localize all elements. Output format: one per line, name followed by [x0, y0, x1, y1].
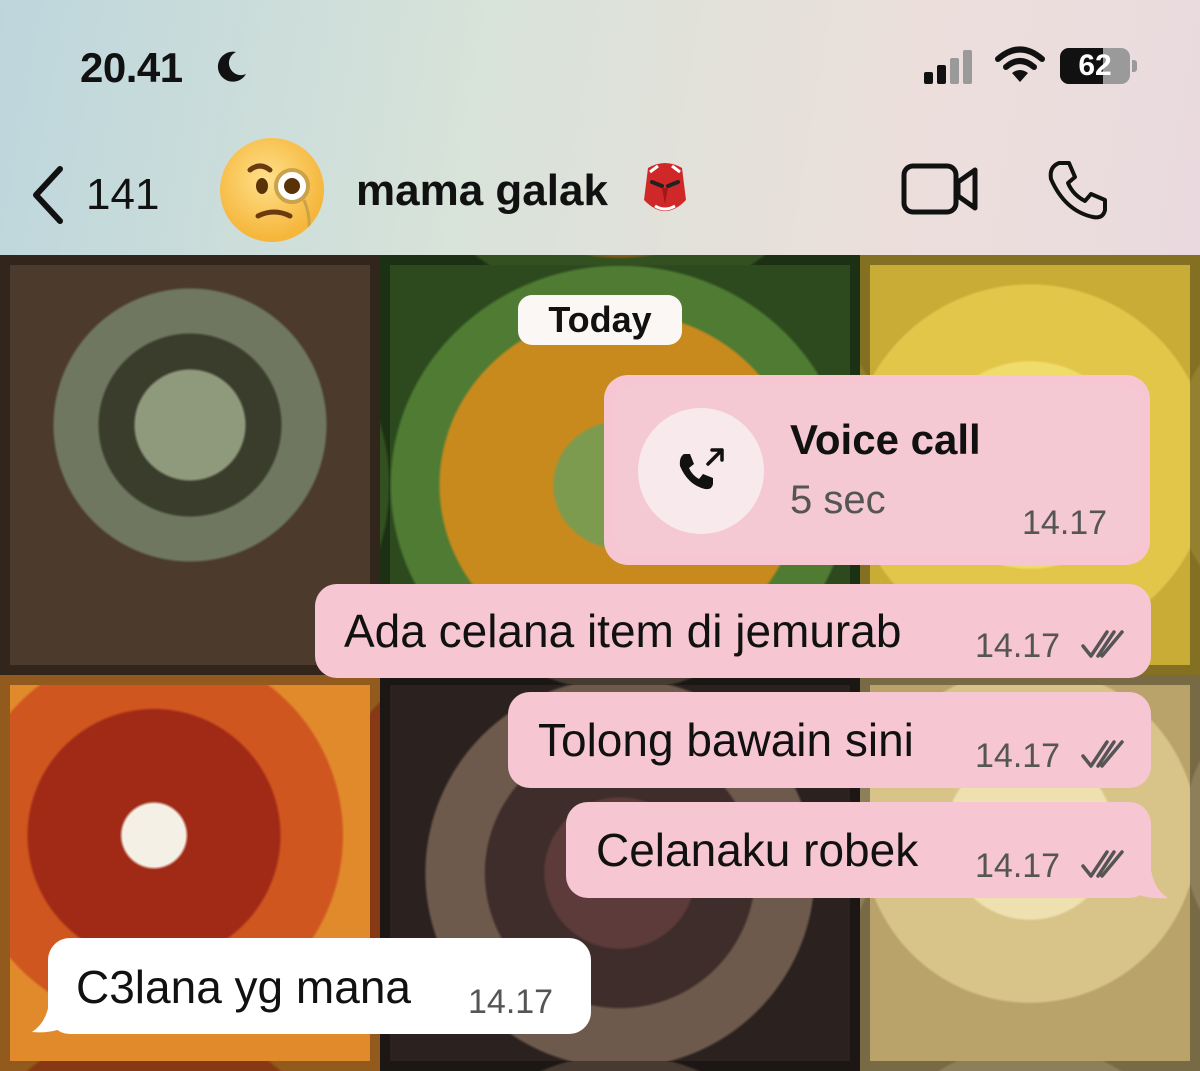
- call-icon-circle: [638, 408, 764, 534]
- moon-icon: [217, 51, 246, 82]
- wifi-icon: [995, 46, 1045, 82]
- battery-percentage: 62: [1078, 49, 1112, 82]
- outgoing-call-icon: [679, 448, 724, 490]
- message-text: Ada celana item di jemurab: [344, 605, 902, 657]
- contact-name[interactable]: mama galak: [356, 166, 608, 216]
- video-call-icon[interactable]: [900, 162, 980, 216]
- double-check-icon: [1081, 740, 1124, 768]
- avatar[interactable]: [220, 138, 324, 242]
- battery-icon: 62: [1060, 48, 1137, 84]
- message-text: Tolong bawain sini: [538, 714, 914, 766]
- message-text: C3lana yg mana: [76, 961, 411, 1013]
- message-time: 14.17: [975, 847, 1061, 885]
- phone-icon[interactable]: [1045, 157, 1111, 223]
- message-time: 14.17: [975, 737, 1061, 775]
- signal-icon: [924, 50, 972, 84]
- bubble-tail: [1130, 862, 1168, 899]
- red-mask-emoji-icon: [644, 163, 686, 211]
- double-check-icon: [1081, 630, 1124, 658]
- chevron-left-icon: [33, 166, 63, 224]
- double-check-icon: [1081, 850, 1124, 878]
- avatar-emoji: [247, 163, 311, 242]
- unread-count: 141: [86, 170, 160, 219]
- message-time: 14.17: [975, 627, 1061, 665]
- back-button[interactable]: 141: [30, 160, 159, 230]
- call-duration: 5 sec: [790, 478, 886, 522]
- date-separator: Today: [518, 295, 682, 345]
- call-title: Voice call: [790, 416, 981, 463]
- chat-header: 20.41 62 141 mama galak: [0, 0, 1200, 255]
- call-time: 14.17: [1022, 504, 1108, 542]
- status-time: 20.41: [80, 44, 183, 91]
- message-text: Celanaku robek: [596, 824, 919, 876]
- message-time: 14.17: [468, 983, 554, 1021]
- battery-cap: [1132, 60, 1137, 72]
